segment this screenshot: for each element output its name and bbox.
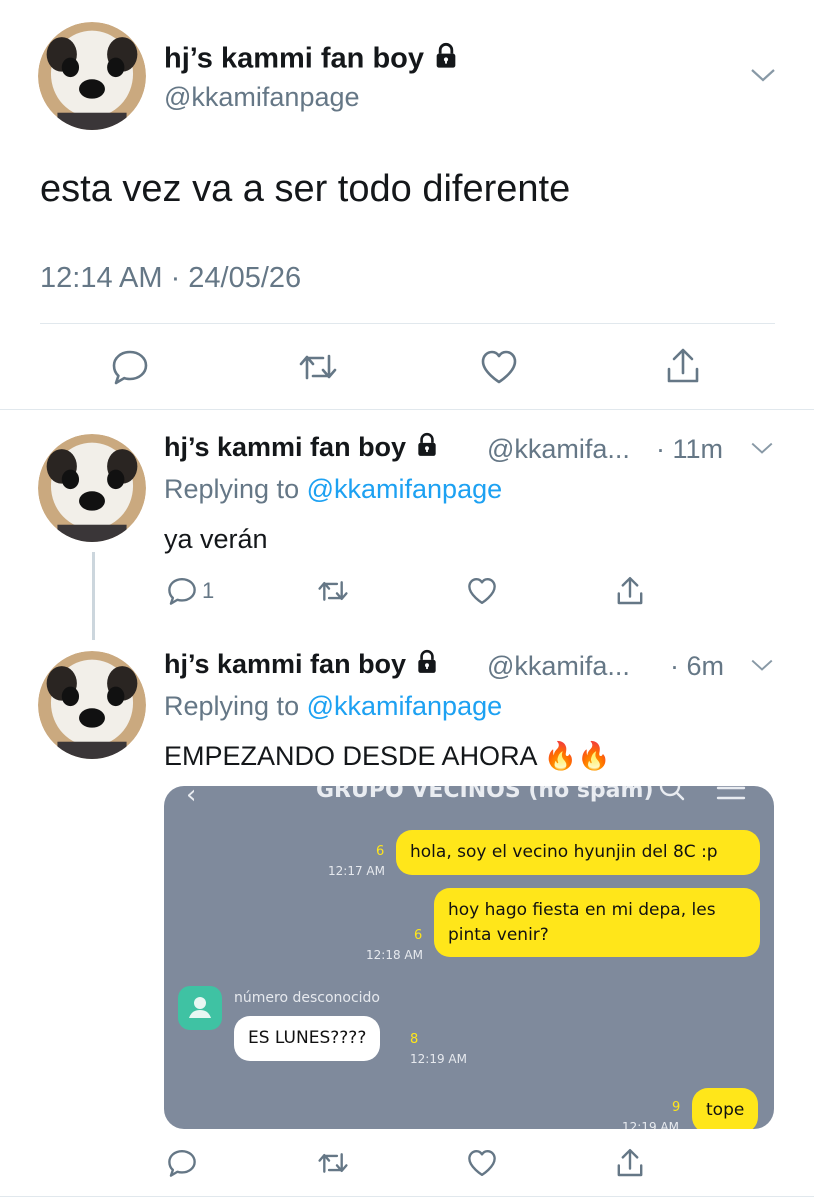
chat-message: tope [692,1088,759,1129]
display-name[interactable]: hj’s kammi fan boy [164,432,440,465]
lock-icon [414,649,440,682]
message-time: 12:18 AM [366,948,423,962]
read-count: 6 [414,928,423,943]
reply-button[interactable]: 1 [166,576,214,606]
avatar[interactable] [38,434,146,542]
like-button[interactable] [466,576,498,606]
tweet-text: ya verán [164,524,268,554]
user-handle[interactable]: @kkamifanpage [164,82,360,113]
like-button[interactable] [479,348,519,386]
retweet-icon [299,354,337,380]
share-icon [617,1149,643,1177]
attached-image[interactable]: ‹ GRUPO VECINOS (no spam) 6 12:17 AM hol… [164,786,774,1129]
reply-button[interactable] [166,1148,202,1178]
reply-button[interactable] [110,348,150,386]
chevron-down-icon[interactable] [750,440,774,461]
relative-time[interactable]: · 6m [670,651,724,682]
thread-line [92,552,95,640]
user-handle[interactable]: @kkamifa... [487,651,630,682]
message-time: 12:17 AM [328,864,385,878]
share-icon [667,348,699,383]
like-icon [468,577,496,605]
share-button[interactable] [614,1146,646,1180]
chat-title: GRUPO VECINOS (no spam) [316,786,654,803]
retweet-icon [318,581,348,601]
reply-icon [168,577,196,605]
search-icon [658,786,686,808]
relative-time[interactable]: · 11m [656,434,723,465]
user-handle[interactable]: @kkamifa... [487,434,630,465]
mention-link[interactable]: @kkamifanpage [307,691,503,721]
share-button[interactable] [614,574,646,608]
retweet-icon [318,1153,348,1173]
lock-icon [414,432,440,465]
read-count: 8 [410,1032,419,1047]
reply-icon [112,350,148,385]
divider [40,323,775,324]
read-count: 6 [376,844,385,859]
chevron-down-icon[interactable] [750,657,774,678]
mention-link[interactable]: @kkamifanpage [307,474,503,504]
tweet-text: EMPEZANDO DESDE AHORA 🔥🔥 [164,741,611,771]
divider [0,409,814,410]
chevron-down-icon[interactable] [750,66,776,89]
reply-icon [168,1149,196,1177]
share-button[interactable] [663,345,703,387]
retweet-button[interactable] [316,576,350,606]
share-icon [617,577,643,605]
chat-message: hoy hago fiesta en mi depa, les pinta ve… [434,888,760,958]
replying-to: Replying to @kkamifanpage [164,474,503,504]
sender-name: número desconocido [234,990,380,1006]
menu-icon [716,786,746,808]
lock-icon [432,42,460,78]
back-arrow-icon: ‹ [186,786,197,810]
replying-to: Replying to @kkamifanpage [164,691,503,721]
like-icon [481,350,517,384]
read-count: 9 [672,1100,681,1115]
chat-message: ES LUNES???? [234,1016,381,1061]
divider [0,1196,814,1197]
display-name[interactable]: hj’s kammi fan boy [164,649,440,682]
avatar[interactable] [38,22,146,130]
retweet-button[interactable] [316,1148,350,1178]
chat-message: hola, soy el vecino hyunjin del 8C :p [396,830,760,875]
like-button[interactable] [466,1148,498,1178]
message-time: 12:19 AM [622,1120,679,1129]
tweet-timestamp[interactable]: 12:14 AM · 24/05/26 [40,262,301,295]
retweet-button[interactable] [297,348,339,386]
avatar[interactable] [38,651,146,759]
reply-count: 1 [202,578,215,603]
display-name[interactable]: hj’s kammi fan boy [164,42,460,78]
user-icon [178,986,222,1030]
message-time: 12:19 AM [410,1052,467,1066]
tweet-text: esta vez va a ser todo diferente [40,168,571,210]
like-icon [468,1149,496,1177]
